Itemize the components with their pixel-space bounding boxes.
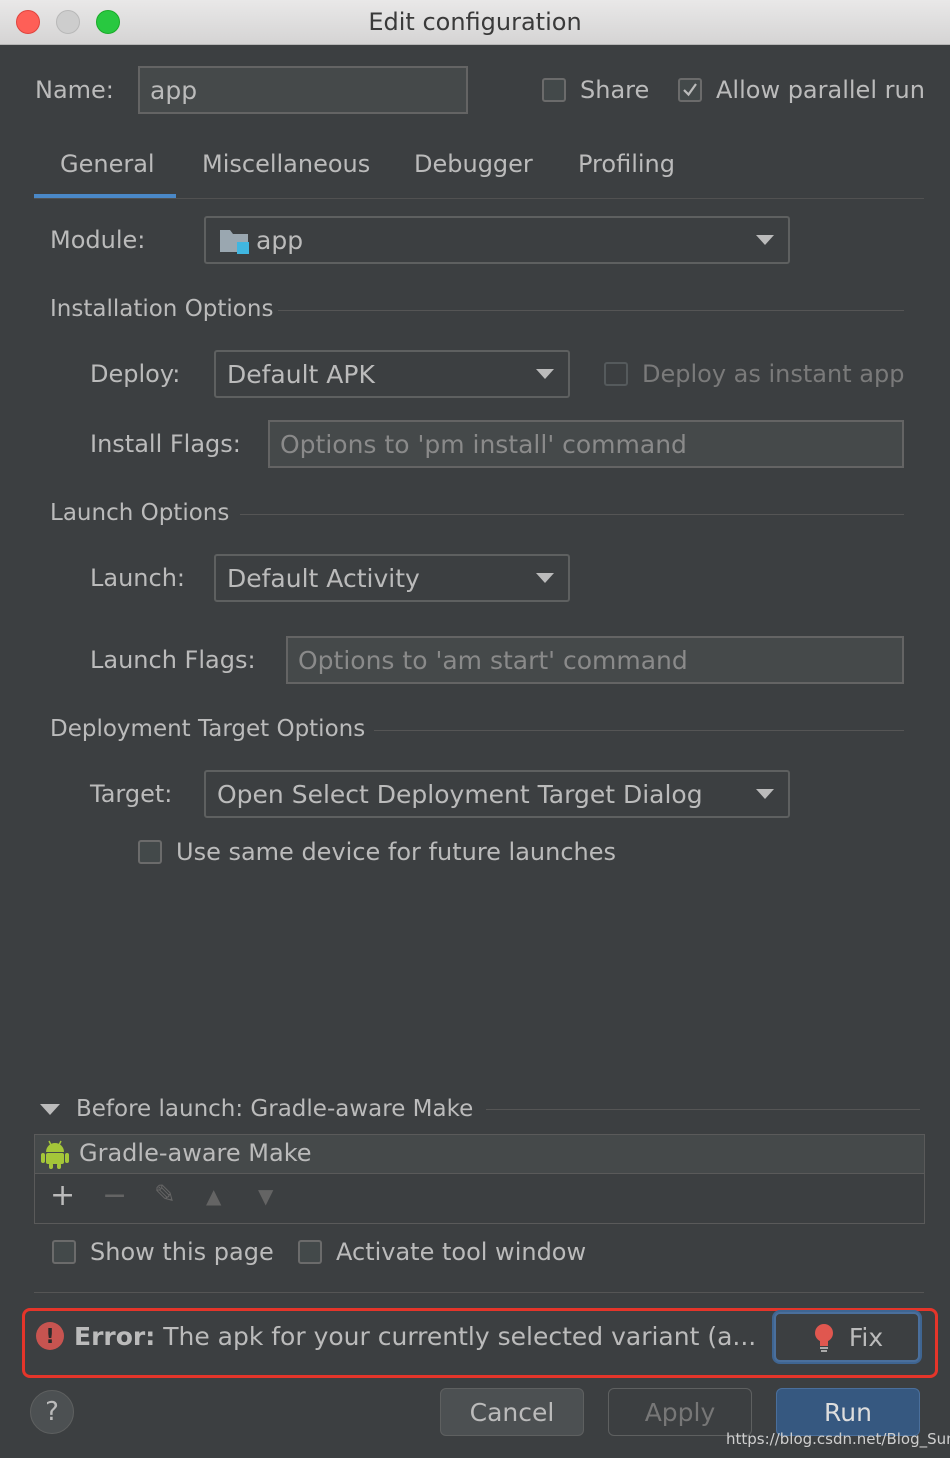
- before-launch-heading: Before launch: Gradle-aware Make: [76, 1096, 474, 1122]
- name-input[interactable]: app: [138, 66, 468, 114]
- fix-button[interactable]: Fix: [774, 1312, 920, 1362]
- tab-profiling[interactable]: Profiling: [578, 150, 675, 178]
- show-this-page-label: Show this page: [90, 1238, 274, 1266]
- launch-value: Default Activity: [227, 563, 420, 593]
- watermark: https://blog.csdn.net/Blog_Sun: [726, 1430, 950, 1448]
- module-label: Module:: [50, 226, 146, 254]
- android-icon: [41, 1140, 69, 1169]
- share-checkbox[interactable]: [542, 78, 566, 102]
- remove-icon[interactable]: −: [102, 1178, 127, 1213]
- name-label: Name:: [35, 76, 114, 104]
- deploy-dropdown[interactable]: Default APK: [214, 350, 570, 398]
- show-this-page-checkbox[interactable]: [52, 1240, 76, 1264]
- module-dropdown[interactable]: app: [204, 216, 790, 264]
- installation-separator: [278, 310, 904, 311]
- title-bar: Edit configuration: [0, 0, 950, 45]
- chevron-down-icon: [756, 789, 774, 799]
- allow-parallel-run-checkbox[interactable]: [678, 78, 702, 102]
- before-launch-list: Gradle-aware Make: [34, 1134, 925, 1224]
- help-button[interactable]: ?: [30, 1390, 74, 1434]
- add-icon[interactable]: +: [50, 1178, 75, 1213]
- chevron-down-icon: [536, 369, 554, 379]
- chevron-down-icon: [756, 235, 774, 245]
- activate-tool-window-checkbox[interactable]: [298, 1240, 322, 1264]
- launch-separator: [240, 514, 904, 515]
- deploy-instant-app-label: Deploy as instant app: [642, 360, 905, 388]
- apply-button[interactable]: Apply: [608, 1388, 752, 1436]
- launch-dropdown[interactable]: Default Activity: [214, 554, 570, 602]
- tab-divider: [34, 198, 924, 199]
- module-value: app: [256, 225, 304, 255]
- fix-label: Fix: [848, 1322, 884, 1352]
- launch-label: Launch:: [90, 564, 185, 592]
- error-separator: [34, 1292, 924, 1293]
- target-label: Target:: [90, 780, 173, 808]
- move-up-icon[interactable]: ▲: [206, 1184, 221, 1208]
- deploy-value: Default APK: [227, 359, 375, 389]
- launch-options-heading: Launch Options: [50, 500, 230, 526]
- same-device-label: Use same device for future launches: [176, 838, 617, 866]
- error-message: Error: The apk for your currently select…: [74, 1322, 756, 1351]
- allow-parallel-run-label: Allow parallel run: [716, 76, 925, 104]
- target-value: Open Select Deployment Target Dialog: [217, 779, 703, 809]
- install-flags-label: Install Flags:: [90, 430, 241, 458]
- error-icon: !: [36, 1322, 64, 1350]
- tab-miscellaneous[interactable]: Miscellaneous: [202, 150, 370, 178]
- deploy-instant-app-checkbox[interactable]: [604, 362, 628, 386]
- launch-flags-input[interactable]: Options to 'am start' command: [286, 636, 904, 684]
- deployment-separator: [374, 730, 904, 731]
- chevron-down-icon: [536, 573, 554, 583]
- installation-options-heading: Installation Options: [50, 296, 274, 322]
- tab-general[interactable]: General: [60, 150, 155, 178]
- collapse-triangle-icon[interactable]: [40, 1104, 60, 1115]
- list-item-label: Gradle-aware Make: [79, 1139, 312, 1167]
- activate-tool-window-label: Activate tool window: [336, 1238, 587, 1266]
- error-text: The apk for your currently selected vari…: [163, 1322, 757, 1351]
- share-label: Share: [580, 76, 650, 104]
- checkmark-icon: [683, 83, 697, 97]
- before-launch-separator: [486, 1109, 920, 1110]
- edit-icon[interactable]: ✎: [154, 1180, 176, 1210]
- list-item[interactable]: Gradle-aware Make: [35, 1135, 924, 1174]
- same-device-checkbox[interactable]: [138, 840, 162, 864]
- run-button[interactable]: Run: [776, 1388, 920, 1436]
- window-title: Edit configuration: [368, 8, 582, 36]
- move-down-icon[interactable]: ▼: [258, 1184, 273, 1208]
- error-prefix: Error:: [74, 1322, 156, 1351]
- tab-debugger[interactable]: Debugger: [414, 150, 533, 178]
- deploy-label: Deploy:: [90, 360, 181, 388]
- install-flags-input[interactable]: Options to 'pm install' command: [268, 420, 904, 468]
- launch-flags-label: Launch Flags:: [90, 646, 256, 674]
- cancel-button[interactable]: Cancel: [440, 1388, 584, 1436]
- target-dropdown[interactable]: Open Select Deployment Target Dialog: [204, 770, 790, 818]
- module-folder-icon: [220, 230, 249, 254]
- deployment-target-heading: Deployment Target Options: [50, 716, 366, 742]
- lightbulb-icon: [814, 1324, 833, 1352]
